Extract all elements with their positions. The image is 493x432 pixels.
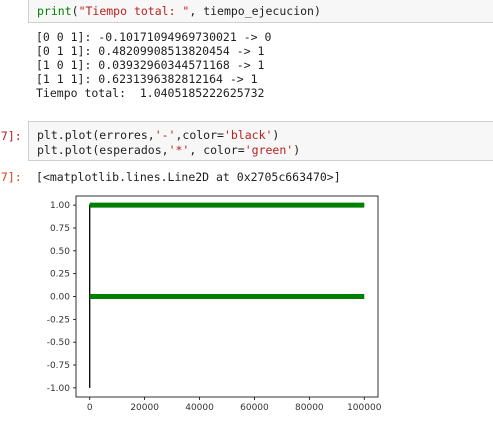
x-tick-label: 20000 [130,403,159,413]
x-tick-label: 40000 [185,403,214,413]
y-tick-label: 0.50 [50,247,70,257]
y-tick-label: 1.00 [50,201,70,211]
y-tick-label: -0.75 [47,361,70,371]
x-tick-label: 80000 [295,403,324,413]
code-line-2: plt.plot(esperados,'*', color='green') [37,143,301,157]
code-cell-plot[interactable]: plt.plot(errores,'-',color='black') plt.… [28,121,493,161]
y-tick-label: -0.50 [47,338,71,348]
y-tick-label: -0.25 [47,315,70,325]
output-prompt: [7]: [0,170,22,184]
x-tick-label: 100000 [347,403,382,413]
line-plot: 1.00 0.75 0.50 0.25 0.00 -0.25 -0.50 -0.75 -1.00… [47,195,382,413]
output-repr: [<matplotlib.lines.Line2D at 0x2705c6634… [36,170,341,184]
y-tick-label: 0.25 [50,270,70,280]
x-tick-label: 0 [87,403,93,413]
code-token-rest: , tiempo_ejecucion) [189,4,321,18]
output-line: Tiempo total: 1.0405185222625732 [36,86,265,100]
code-line: print("Tiempo total: ", tiempo_ejecucion… [37,4,321,18]
code-token-func: print [37,4,72,18]
code-cell-top[interactable]: print("Tiempo total: ", tiempo_ejecucion… [28,0,493,23]
code-line-1: plt.plot(errores,'-',color='black') [37,128,280,142]
y-tick-label: 0.75 [50,224,70,234]
y-tick-label: 0.00 [50,293,70,303]
y-tick-label: -1.00 [47,384,71,394]
input-prompt: [7]: [0,129,22,143]
x-tick-label: 60000 [240,403,269,413]
code-token-string: "Tiempo total: " [78,4,190,18]
